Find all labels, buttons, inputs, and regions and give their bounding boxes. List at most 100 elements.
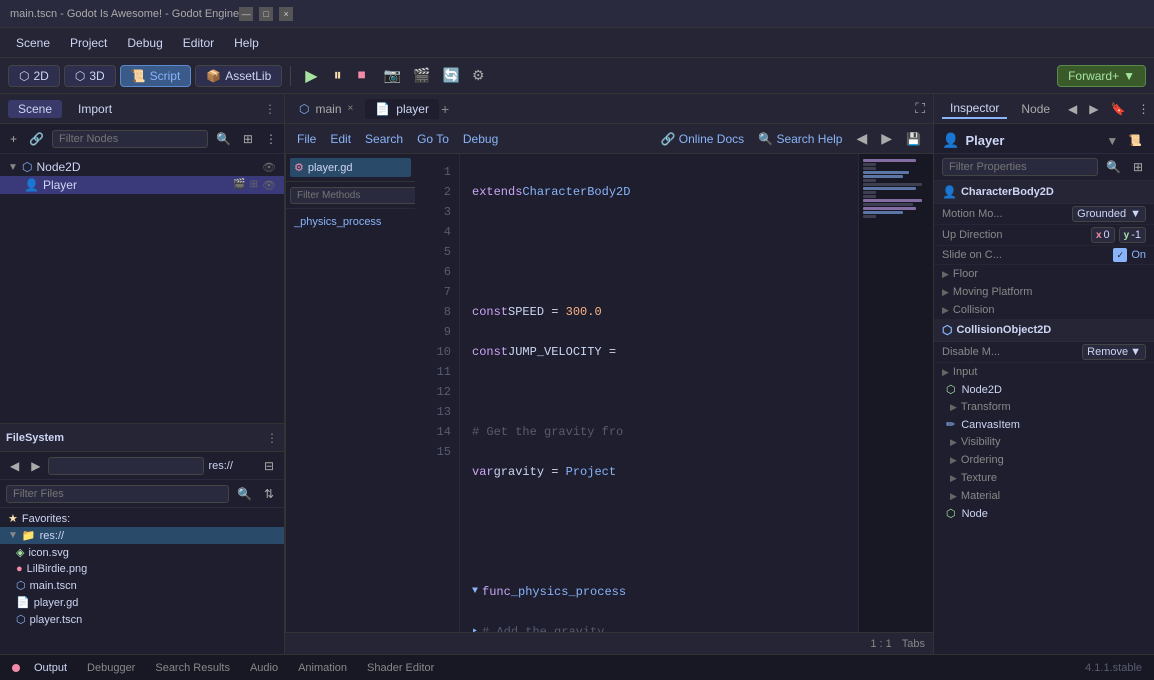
fs-item-player-gd[interactable]: 📄 player.gd: [0, 594, 284, 611]
filter-nodes-input[interactable]: [52, 130, 208, 148]
tab-main-close[interactable]: ×: [348, 103, 354, 114]
audio-tab[interactable]: Audio: [244, 660, 284, 676]
slide-checkbox[interactable]: ✓: [1113, 248, 1127, 262]
sync-icon[interactable]: 🔄: [439, 65, 464, 86]
scene-panel-menu[interactable]: ⋮: [264, 102, 276, 116]
filter-properties-input[interactable]: [942, 158, 1098, 176]
fs-search-icon[interactable]: 🔍: [233, 485, 256, 503]
shader-editor-tab[interactable]: Shader Editor: [361, 660, 440, 676]
stop-button[interactable]: ⏹: [352, 65, 372, 87]
menu-editor[interactable]: Editor: [175, 33, 222, 53]
up-direction-x[interactable]: x 0: [1091, 227, 1115, 243]
search-button[interactable]: Search: [361, 130, 407, 148]
section-transform[interactable]: ▶ Transform: [934, 398, 1154, 416]
tab-scene[interactable]: Scene: [8, 100, 62, 118]
minimize-button[interactable]: —: [239, 7, 253, 21]
fs-layout-icon[interactable]: ⊟: [260, 457, 278, 475]
node-dropdown-icon[interactable]: ▼: [1106, 134, 1118, 148]
fs-item-main-tscn[interactable]: ⬡ main.tscn: [0, 577, 284, 594]
fs-back-button[interactable]: ◀: [6, 457, 23, 475]
animation-tab[interactable]: Animation: [292, 660, 353, 676]
tab-inspector[interactable]: Inspector: [942, 99, 1007, 119]
sub-object-canvasitem[interactable]: ✏ CanvasItem: [934, 416, 1154, 433]
section-texture[interactable]: ▶ Texture: [934, 469, 1154, 487]
pause-button[interactable]: ⏸: [328, 65, 348, 87]
goto-button[interactable]: Go To: [413, 130, 453, 148]
tab-node[interactable]: Node: [1013, 100, 1058, 118]
fs-item-icon-svg[interactable]: ◈ icon.svg: [0, 544, 284, 561]
tab-main[interactable]: ⬡ main ×: [289, 99, 363, 119]
debugger-tab[interactable]: Debugger: [81, 660, 141, 676]
script-button[interactable]: 📜 Script: [120, 65, 192, 87]
sub-object-node2d[interactable]: ⬡ Node2D: [934, 381, 1154, 398]
motion-mode-dropdown[interactable]: Grounded ▼: [1072, 206, 1146, 222]
section-moving-platform[interactable]: ▶ Moving Platform: [934, 283, 1154, 301]
section-collisionobject2d[interactable]: ⬡ CollisionObject2D: [934, 319, 1154, 342]
search-help-button[interactable]: 🔍 Search Help: [754, 130, 846, 148]
menu-project[interactable]: Project: [62, 33, 115, 53]
maximize-button[interactable]: □: [259, 7, 273, 21]
filter-group-icon[interactable]: ⊞: [1129, 158, 1147, 176]
inspector-bookmark[interactable]: 🔖: [1107, 100, 1130, 118]
edit-button[interactable]: Edit: [326, 130, 355, 148]
play-button[interactable]: ▶: [299, 64, 323, 88]
tab-import[interactable]: Import: [68, 100, 122, 118]
open-script-icon[interactable]: 📜: [1124, 132, 1146, 149]
section-ordering[interactable]: ▶ Ordering: [934, 451, 1154, 469]
inspector-history-back[interactable]: ◀: [1064, 100, 1081, 118]
nav-forward-button[interactable]: ▶: [877, 128, 896, 149]
fs-sort-icon[interactable]: ⇅: [260, 485, 278, 503]
fs-item-player-tscn[interactable]: ⬡ player.tscn: [0, 611, 284, 628]
tree-item-player[interactable]: 👤 Player 🎬 ⊞ 👁: [0, 176, 284, 194]
3d-button[interactable]: ⬡ 3D: [64, 65, 116, 87]
search-icon[interactable]: 🔍: [212, 130, 235, 148]
up-direction-y[interactable]: y -1: [1119, 227, 1146, 243]
close-button[interactable]: ×: [279, 7, 293, 21]
grid-icon[interactable]: ⊞: [239, 130, 257, 148]
code-editor[interactable]: 1 2 3 4 5 6 7 8 9 10 11 12 13 14 15 exte…: [415, 154, 933, 632]
fs-forward-button[interactable]: ▶: [27, 457, 44, 475]
section-collision[interactable]: ▶ Collision: [934, 301, 1154, 319]
file-button[interactable]: File: [293, 130, 320, 148]
movie-icon[interactable]: 🎬: [409, 65, 434, 86]
nav-back-button[interactable]: ◀: [852, 128, 871, 149]
visibility-icon[interactable]: 👁: [262, 161, 276, 174]
add-tab-button[interactable]: +: [441, 101, 449, 117]
debug-button[interactable]: Debug: [459, 130, 502, 148]
menu-help[interactable]: Help: [226, 33, 267, 53]
fs-item-lilbirdie[interactable]: ● LilBirdie.png: [0, 561, 284, 577]
player-visibility-icon[interactable]: 👁: [262, 179, 276, 192]
fullscreen-button[interactable]: ⛶: [911, 98, 929, 119]
code-content[interactable]: extends CharacterBody2D const SPEED = 30…: [460, 154, 858, 632]
script-file-player[interactable]: ⚙ player.gd: [290, 158, 411, 177]
online-docs-button[interactable]: 🔗 Online Docs: [657, 130, 749, 148]
menu-scene[interactable]: Scene: [8, 33, 58, 53]
search-results-tab[interactable]: Search Results: [149, 660, 236, 676]
assetlib-button[interactable]: 📦 AssetLib: [195, 65, 282, 87]
settings-icon[interactable]: ⚙: [468, 65, 489, 86]
method-physics-process[interactable]: _physics_process: [290, 213, 411, 231]
menu-debug[interactable]: Debug: [119, 33, 170, 53]
2d-button[interactable]: ⬡ 2D: [8, 65, 60, 87]
player-group-icon[interactable]: ⊞: [250, 179, 258, 192]
filter-search-icon[interactable]: 🔍: [1102, 158, 1125, 176]
section-input[interactable]: ▶ Input: [934, 363, 1154, 381]
tab-player[interactable]: 📄 player: [365, 99, 439, 119]
scene-menu-icon[interactable]: ⋮: [261, 130, 281, 148]
sub-object-node[interactable]: ⬡ Node: [934, 505, 1154, 522]
output-tab[interactable]: Output: [28, 660, 73, 676]
section-characterbody2d[interactable]: 👤 CharacterBody2D: [934, 181, 1154, 204]
camera-icon[interactable]: 📷: [380, 65, 405, 86]
filter-files-input[interactable]: [6, 485, 229, 503]
fs-path-input[interactable]: [48, 457, 204, 475]
inspector-history-forward[interactable]: ▶: [1085, 100, 1102, 118]
add-node-button[interactable]: +: [6, 130, 21, 148]
forward-button[interactable]: Forward+ ▼: [1057, 65, 1146, 87]
section-visibility[interactable]: ▶ Visibility: [934, 433, 1154, 451]
disable-mode-dropdown[interactable]: Remove ▼: [1082, 344, 1146, 360]
fs-item-res[interactable]: ▼ 📁 res://: [0, 527, 284, 544]
inspector-menu[interactable]: ⋮: [1133, 100, 1153, 118]
section-material[interactable]: ▶ Material: [934, 487, 1154, 505]
save-icon[interactable]: 💾: [902, 130, 925, 148]
tree-item-node2d[interactable]: ▼ ⬡ Node2D 👁: [0, 158, 284, 176]
